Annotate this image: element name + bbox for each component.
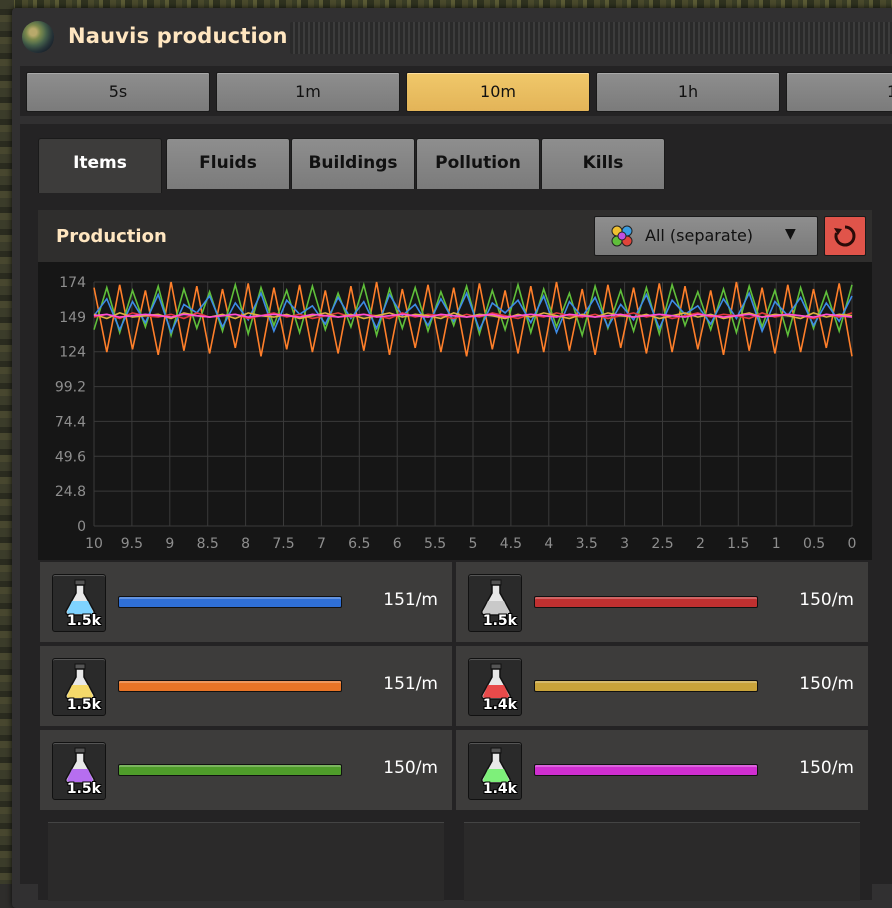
tab-items[interactable]: Items xyxy=(38,138,162,193)
logistic-science-pack-icon xyxy=(65,663,95,700)
legend-item[interactable]: 1.4k 150/m xyxy=(456,646,868,726)
y-tick-label: 174 xyxy=(59,275,86,291)
time-button-1m[interactable]: 1m xyxy=(216,72,400,112)
military-science-pack-icon xyxy=(481,579,511,616)
legend-item[interactable]: 1.5k 151/m xyxy=(40,646,452,726)
y-tick-label: 99.2 xyxy=(55,380,86,396)
production-rate: 150/m xyxy=(383,758,438,778)
x-tick-label: 4 xyxy=(544,536,553,552)
item-slot[interactable]: 1.5k xyxy=(468,574,522,632)
item-slot[interactable]: 1.4k xyxy=(468,742,522,800)
chemical-science-pack-icon xyxy=(481,663,511,700)
reset-button[interactable] xyxy=(824,216,866,256)
production-rate: 151/m xyxy=(383,590,438,610)
x-tick-label: 5.5 xyxy=(424,536,446,552)
y-tick-label: 24.8 xyxy=(55,484,86,500)
empty-legend-area xyxy=(48,822,444,901)
tab-buildings[interactable]: Buildings xyxy=(291,138,415,189)
item-count: 1.4k xyxy=(482,697,517,713)
chevron-down-icon: ▼ xyxy=(785,226,796,242)
y-tick-label: 0 xyxy=(77,519,86,535)
planet-nauvis-icon xyxy=(22,21,54,53)
tab-fluids[interactable]: Fluids xyxy=(166,138,290,189)
x-tick-label: 4.5 xyxy=(500,536,522,552)
time-button-10m[interactable]: 10m xyxy=(406,72,590,112)
section-header: Production All (separate) ▼ xyxy=(38,210,872,262)
item-count: 1.5k xyxy=(482,613,517,629)
x-tick-label: 10 xyxy=(85,536,103,552)
legend-grid: 1.5k 151/m 1.5k 150/m 1.5k 151/m 1.4k 15… xyxy=(38,560,872,901)
multi-color-filter-icon xyxy=(611,225,633,247)
item-slot[interactable]: 1.5k xyxy=(52,658,106,716)
item-count: 1.4k xyxy=(482,781,517,797)
tab-pollution[interactable]: Pollution xyxy=(416,138,540,189)
items-content: Production All (separate) ▼ 10 9.5 9 8.5… xyxy=(38,210,872,901)
item-count: 1.5k xyxy=(66,613,101,629)
item-count: 1.5k xyxy=(66,781,101,797)
series-color-bar xyxy=(118,596,342,608)
series-color-bar xyxy=(534,764,758,776)
x-tick-label: 8 xyxy=(241,536,250,552)
reset-icon xyxy=(834,225,856,247)
x-tick-label: 3.5 xyxy=(576,536,598,552)
series-color-bar xyxy=(534,596,758,608)
y-tick-label: 49.6 xyxy=(55,449,86,465)
section-title: Production xyxy=(56,226,167,247)
item-slot[interactable]: 1.5k xyxy=(52,574,106,632)
legend-item[interactable]: 1.5k 150/m xyxy=(40,730,452,810)
item-slot[interactable]: 1.4k xyxy=(468,658,522,716)
x-tick-label: 6 xyxy=(393,536,402,552)
series-color-bar xyxy=(118,764,342,776)
tab-kills[interactable]: Kills xyxy=(541,138,665,189)
series-color-bar xyxy=(118,680,342,692)
item-slot[interactable]: 1.5k xyxy=(52,742,106,800)
series-filter-dropdown[interactable]: All (separate) ▼ xyxy=(594,216,818,256)
x-tick-label: 6.5 xyxy=(348,536,370,552)
line-chart-svg: 10 9.5 9 8.5 8 7.5 7 6.5 6 5.5 5 4.5 4 3.5 3 2.5 2 1.5 1 0.… xyxy=(55,275,857,552)
x-tick-label: 7.5 xyxy=(272,536,294,552)
production-chart[interactable]: 10 9.5 9 8.5 8 7.5 7 6.5 6 5.5 5 4.5 4 3.5 3 2.5 2 1.5 1 0.… xyxy=(38,262,872,560)
y-tick-label: 124 xyxy=(59,345,86,361)
stats-panel: Items Fluids Buildings Pollution Kills P… xyxy=(20,124,892,901)
automation-science-pack-icon xyxy=(65,579,95,616)
empty-legend-area xyxy=(464,822,860,901)
time-range-bar: 5s 1m 10m 1h 10h xyxy=(20,66,892,116)
window-title: Nauvis production xyxy=(68,24,288,48)
time-button-1h[interactable]: 1h xyxy=(596,72,780,112)
x-tick-label: 3 xyxy=(620,536,629,552)
x-tick-label: 7 xyxy=(317,536,326,552)
production-rate: 150/m xyxy=(799,590,854,610)
utility-science-pack-icon xyxy=(481,747,511,784)
production-rate: 151/m xyxy=(383,674,438,694)
production-science-pack-icon xyxy=(65,747,95,784)
production-rate: 150/m xyxy=(799,758,854,778)
drag-handle[interactable] xyxy=(290,22,892,54)
y-tick-label: 74.4 xyxy=(55,414,86,430)
time-button-5s[interactable]: 5s xyxy=(26,72,210,112)
x-tick-label: 1 xyxy=(772,536,781,552)
x-tick-label: 2.5 xyxy=(651,536,673,552)
x-tick-label: 0.5 xyxy=(803,536,825,552)
x-tick-label: 9 xyxy=(165,536,174,552)
x-tick-label: 0 xyxy=(848,536,857,552)
x-tick-label: 5 xyxy=(469,536,478,552)
y-tick-label: 149 xyxy=(59,310,86,326)
series-color-bar xyxy=(534,680,758,692)
legend-item[interactable]: 1.4k 150/m xyxy=(456,730,868,810)
legend-item[interactable]: 1.5k 151/m xyxy=(40,562,452,642)
x-tick-label: 9.5 xyxy=(121,536,143,552)
item-count: 1.5k xyxy=(66,697,101,713)
time-button-10h[interactable]: 10h xyxy=(786,72,892,112)
production-rate: 150/m xyxy=(799,674,854,694)
x-tick-label: 8.5 xyxy=(197,536,219,552)
legend-item[interactable]: 1.5k 150/m xyxy=(456,562,868,642)
filter-selected-label: All (separate) xyxy=(645,226,754,245)
x-tick-label: 2 xyxy=(696,536,705,552)
title-bar[interactable]: Nauvis production xyxy=(20,14,892,60)
x-tick-label: 1.5 xyxy=(727,536,749,552)
